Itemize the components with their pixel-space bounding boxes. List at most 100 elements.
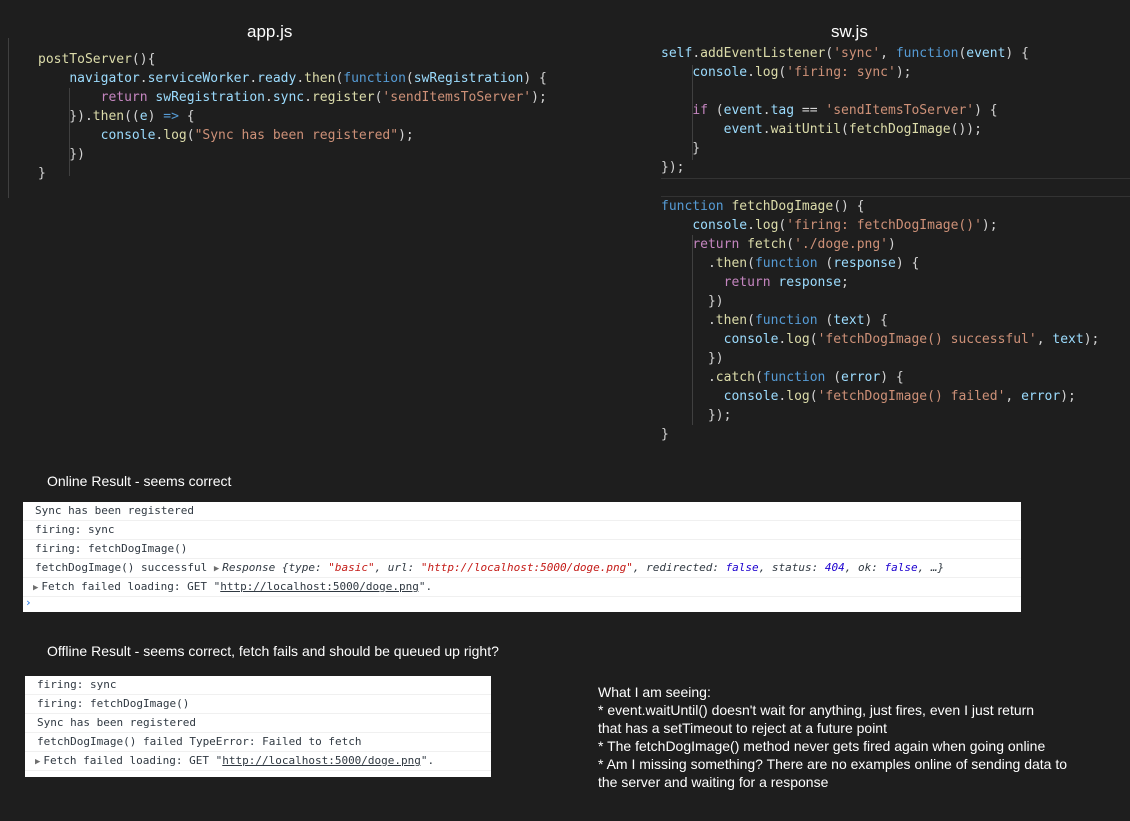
- code-token: (: [841, 122, 849, 137]
- code-token: (: [817, 313, 834, 328]
- expand-triangle-icon[interactable]: ▶: [33, 583, 38, 593]
- code-token: );: [1083, 332, 1100, 347]
- code-token: postToServer: [38, 52, 132, 67]
- code-token: then: [304, 71, 336, 86]
- code-token: .: [249, 71, 258, 86]
- offline-console: firing: sync firing: fetchDogImage() Syn…: [25, 676, 491, 777]
- code-token: event: [723, 103, 763, 118]
- expand-triangle-icon[interactable]: ▶: [35, 757, 40, 767]
- code-token: });: [661, 160, 685, 175]
- code-line: }): [661, 349, 1099, 368]
- code-token: "Sync has been registered": [194, 128, 399, 143]
- console-message: fetchDogImage() successful: [35, 561, 208, 574]
- code-token: addEventListener: [700, 46, 826, 61]
- console-row: Sync has been registered: [25, 714, 491, 733]
- code-token: ,: [1036, 332, 1053, 347]
- object-value: false: [884, 561, 918, 574]
- code-token: fetchDogImage: [731, 199, 834, 214]
- response-object[interactable]: Response {type: "basic", url: "http://lo…: [222, 561, 944, 574]
- code-token: ): [888, 237, 896, 252]
- console-message: firing: sync: [35, 523, 115, 536]
- sw-js-title: sw.js: [831, 22, 868, 41]
- code-line: console.log('fetchDogImage() failed', er…: [661, 387, 1099, 406]
- code-token: }): [38, 147, 85, 162]
- console-message: fetchDogImage() failed TypeError: Failed…: [37, 735, 362, 748]
- object-key: , redirected:: [632, 561, 726, 574]
- code-token: text: [833, 313, 865, 328]
- notes-line: that has a setTimeout to reject at a fut…: [598, 720, 887, 736]
- app-js-code: postToServer(){ navigator.serviceWorker.…: [38, 50, 547, 183]
- code-token: ==: [794, 103, 826, 118]
- code-token: log: [754, 218, 779, 233]
- code-token: function: [762, 370, 826, 385]
- code-token: navigator: [69, 71, 140, 86]
- code-line: });: [661, 158, 1029, 177]
- console-link[interactable]: http://localhost:5000/doge.png: [220, 580, 419, 593]
- notes-line: * Am I missing something? There are no e…: [598, 756, 1068, 772]
- object-key: , ok:: [844, 561, 885, 574]
- code-token: log: [754, 65, 779, 80]
- code-token: function: [754, 256, 818, 271]
- code-line: postToServer(){: [38, 50, 547, 69]
- code-token: .: [762, 122, 771, 137]
- code-token: function: [661, 199, 724, 214]
- console-message: firing: sync: [37, 678, 117, 691]
- code-token: fetch: [747, 237, 787, 252]
- notes-block: What I am seeing: * event.waitUntil() do…: [598, 683, 1067, 791]
- code-token: );: [531, 90, 547, 105]
- code-line: }: [661, 425, 1099, 444]
- console-row: fetchDogImage() successful ▶ Response {ty…: [23, 559, 1021, 578]
- code-token: (: [747, 256, 755, 271]
- console-row: ▶ Fetch failed loading: GET "http://local…: [25, 752, 491, 771]
- console-message: firing: fetchDogImage(): [35, 542, 188, 555]
- console-prompt[interactable]: ›: [23, 597, 1021, 609]
- code-line: return swRegistration.sync.register('sen…: [38, 88, 547, 107]
- code-token: (: [186, 128, 195, 143]
- notes-line: What I am seeing:: [598, 684, 711, 700]
- code-token: (: [809, 389, 818, 404]
- expand-triangle-icon[interactable]: ▶: [214, 564, 219, 574]
- console-row: Sync has been registered: [23, 502, 1021, 521]
- code-token: ((: [124, 109, 140, 124]
- code-line: console.log('firing: fetchDogImage()');: [661, 216, 1099, 235]
- code-token: response: [778, 275, 842, 290]
- code-token: (: [747, 313, 755, 328]
- code-token: (: [825, 370, 842, 385]
- object-value: 404: [824, 561, 845, 574]
- offline-result-label: Offline Result - seems correct, fetch fa…: [47, 643, 499, 659]
- code-line: }): [661, 292, 1099, 311]
- console-link[interactable]: http://localhost:5000/doge.png: [222, 754, 421, 767]
- code-token: return: [100, 90, 148, 105]
- code-token: .: [661, 256, 716, 271]
- code-token: (: [786, 237, 795, 252]
- code-token: e: [139, 109, 148, 124]
- code-token: if: [692, 103, 708, 118]
- code-token: 'fetchDogImage() successful': [817, 332, 1037, 347]
- code-line: .then(function (response) {: [661, 254, 1099, 273]
- code-token: text: [1052, 332, 1084, 347]
- code-token: .: [747, 65, 755, 80]
- code-line: event.waitUntil(fetchDogImage());: [661, 120, 1029, 139]
- code-token: console: [723, 332, 779, 347]
- code-token: 'sendItemsToServer': [825, 103, 975, 118]
- code-token: response: [833, 256, 896, 271]
- object-value: "basic": [328, 561, 375, 574]
- code-token: event: [966, 46, 1006, 61]
- code-token: swRegistration: [413, 71, 524, 86]
- code-line: self.addEventListener('sync', function(e…: [661, 44, 1029, 63]
- code-token: log: [163, 128, 187, 143]
- code-line: console.log('fetchDogImage() successful'…: [661, 330, 1100, 349]
- code-token: self: [661, 46, 693, 61]
- code-line: }: [661, 139, 1029, 158]
- code-token: );: [981, 218, 998, 233]
- object-key: , …}: [917, 561, 945, 574]
- code-token: );: [1060, 389, 1076, 404]
- code-token: .: [762, 103, 771, 118]
- code-token: () {: [833, 199, 865, 214]
- code-line: });: [661, 406, 1099, 425]
- code-line: return response;: [661, 273, 1099, 292]
